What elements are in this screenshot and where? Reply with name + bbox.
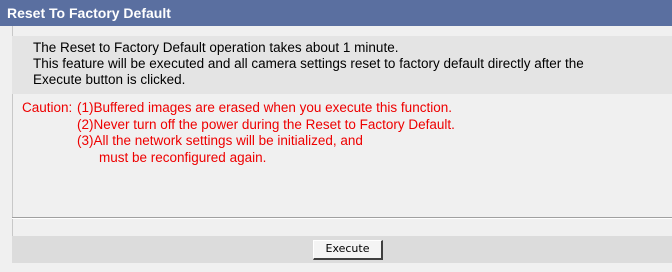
divider-highlight — [12, 218, 672, 219]
page-title: Reset To Factory Default — [0, 0, 672, 26]
description-box: The Reset to Factory Default operation t… — [12, 36, 672, 94]
caution-item-continuation: must be reconfigured again. — [22, 150, 662, 167]
execute-button[interactable]: Execute — [313, 240, 383, 260]
caution-number: (3)All the network settings will be init… — [77, 133, 363, 148]
caution-item: Caution: (1)Buffered images are erased w… — [22, 100, 662, 117]
caution-continuation: must be reconfigured again. — [99, 149, 267, 165]
caution-item: (3)All the network settings will be init… — [22, 133, 662, 150]
description-line: The Reset to Factory Default operation t… — [33, 40, 399, 55]
description-line: Execute button is clicked. — [33, 72, 186, 87]
caution-block: Caution: (1)Buffered images are erased w… — [22, 100, 662, 166]
description-line: This feature will be executed and all ca… — [33, 56, 584, 71]
button-bar: Execute — [12, 236, 672, 263]
caution-label: Caution: — [22, 100, 73, 115]
caution-item: (2)Never turn off the power during the R… — [22, 117, 662, 134]
caution-number: (2)Never turn off the power during the R… — [77, 116, 455, 132]
caution-number: (1)Buffered images are erased when you e… — [77, 100, 452, 115]
